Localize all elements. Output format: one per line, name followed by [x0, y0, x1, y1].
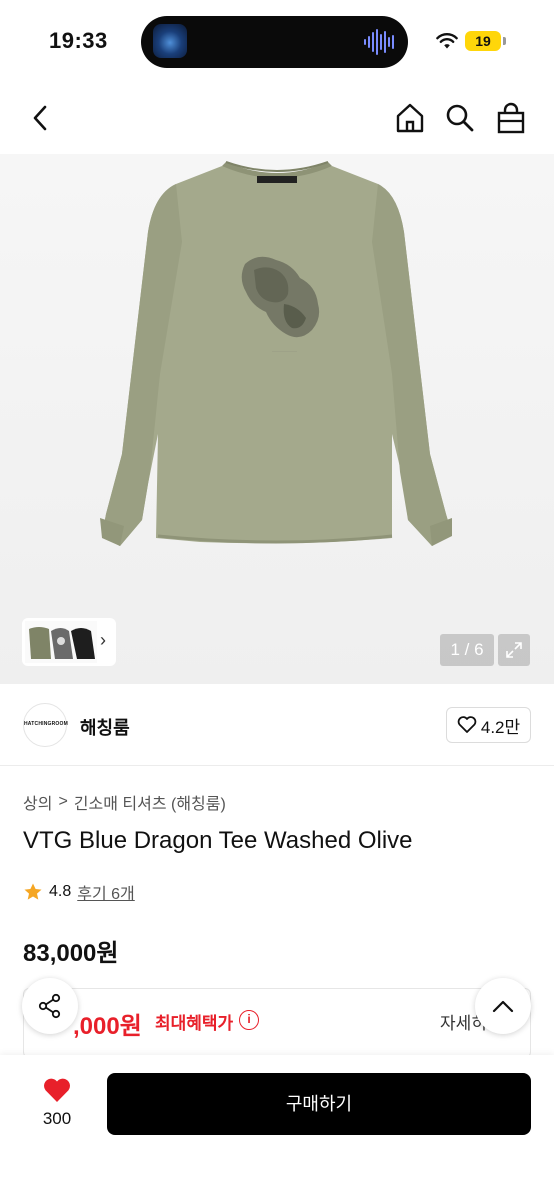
battery-tip — [503, 37, 506, 45]
product-price: 83,000원 — [23, 940, 119, 967]
product-image-gallery[interactable]: ························· › 1 / 6 — [0, 154, 554, 684]
buy-button[interactable]: 구매하기 — [107, 1073, 531, 1135]
benefit-price: ,000원 — [73, 1013, 142, 1040]
product-image: ························· — [100, 161, 452, 546]
brand-like-count: 4.2만 — [480, 717, 521, 737]
search-icon — [446, 104, 474, 132]
battery-level: 19 — [475, 33, 491, 49]
rating-score: 4.8 — [49, 883, 72, 900]
brand-like-button[interactable]: 4.2만 — [446, 707, 531, 743]
brand-name[interactable]: 해칭룸 — [80, 714, 130, 740]
top-nav — [0, 84, 554, 154]
chevron-up-icon — [492, 1000, 514, 1013]
star-icon — [24, 883, 42, 900]
cart-button[interactable] — [493, 100, 529, 136]
breadcrumb: 상의 > 긴소매 티셔츠 (해칭룸) — [23, 790, 226, 814]
thumbnail-strip[interactable]: › — [22, 618, 116, 666]
heart-filled-icon — [44, 1078, 70, 1102]
wishlist-count: 300 — [42, 1109, 72, 1128]
image-counter: 1 / 6 — [440, 634, 494, 666]
brand-logo-text: HATCHINGROOM — [24, 721, 68, 727]
breadcrumb-item[interactable]: 상의 — [23, 790, 52, 814]
back-button[interactable] — [22, 100, 58, 136]
benefit-label: 최대혜택가 — [155, 1014, 234, 1033]
wishlist-button[interactable]: 300 — [30, 1075, 84, 1135]
back-arrow-icon — [33, 105, 47, 131]
thumbnail-image — [25, 621, 97, 663]
audio-waveform-icon — [364, 29, 394, 55]
rating-row: 4.8 후기 6개 — [23, 880, 135, 904]
bottom-action-bar: 300 구매하기 — [0, 1055, 554, 1200]
home-button[interactable] — [392, 100, 428, 136]
home-icon — [396, 103, 424, 133]
shopping-bag-icon — [497, 102, 525, 134]
share-icon — [38, 993, 61, 1019]
wifi-icon — [436, 33, 458, 49]
product-title: VTG Blue Dragon Tee Washed Olive — [23, 827, 413, 854]
breadcrumb-separator-icon: > — [58, 793, 68, 810]
expand-button[interactable] — [498, 634, 530, 666]
search-button[interactable] — [442, 100, 478, 136]
breadcrumb-item[interactable]: 긴소매 티셔츠 (해칭룸) — [74, 790, 226, 814]
brand-row[interactable]: HATCHINGROOM 해칭룸 4.2만 — [0, 684, 554, 766]
now-playing-artwork — [153, 24, 187, 58]
status-time: 19:33 — [49, 28, 108, 53]
chevron-right-icon: › — [100, 630, 106, 650]
info-icon[interactable]: i — [239, 1010, 259, 1030]
scroll-top-button[interactable] — [475, 978, 531, 1034]
reviews-link[interactable]: 후기 6개 — [77, 880, 135, 904]
battery-indicator: 19 — [465, 31, 501, 51]
heart-outline-icon — [457, 716, 477, 733]
share-button[interactable] — [22, 978, 78, 1034]
status-bar: 19:33 19 — [0, 0, 554, 84]
dynamic-island[interactable] — [141, 16, 408, 68]
max-benefit-box[interactable]: ,000원 최대혜택가 i 자세히 — [23, 988, 531, 1058]
svg-text:·························: ························· — [272, 349, 297, 353]
brand-logo[interactable]: HATCHINGROOM — [23, 703, 68, 747]
expand-icon — [506, 642, 522, 658]
